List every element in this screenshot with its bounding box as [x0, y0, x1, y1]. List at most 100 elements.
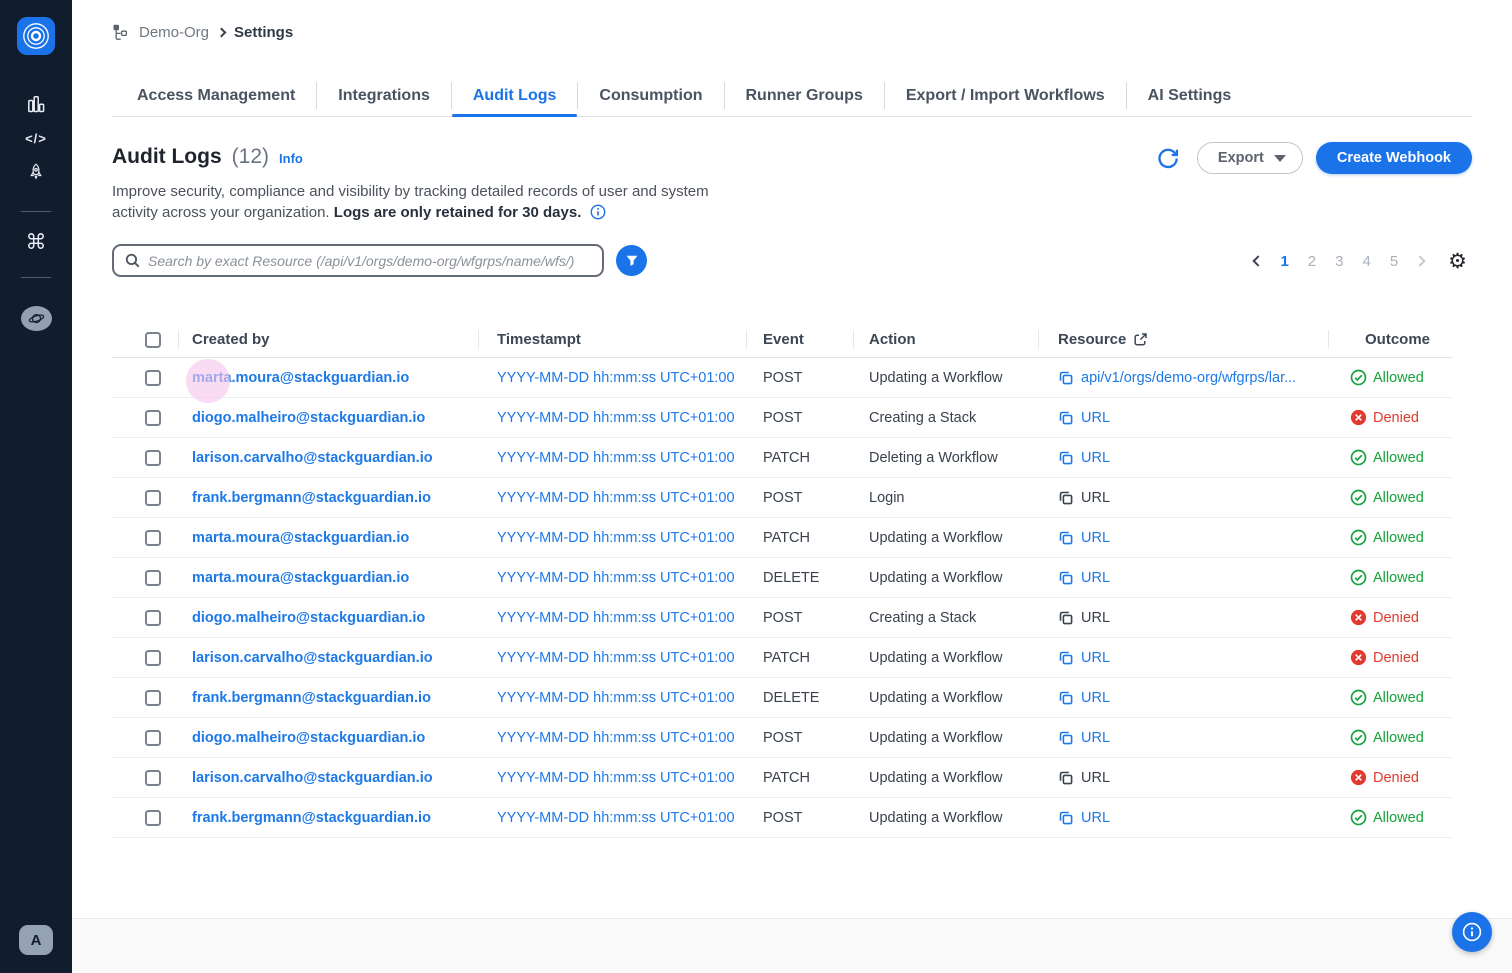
resource-link[interactable]: URL [1081, 410, 1110, 426]
page-4[interactable]: 4 [1362, 253, 1370, 270]
tab-runner-groups[interactable]: Runner Groups [725, 74, 884, 117]
row-checkbox[interactable] [145, 610, 161, 626]
created-by-link[interactable]: larison.carvalho@stackguardian.io [192, 650, 433, 666]
tab-audit-logs[interactable]: Audit Logs [452, 74, 578, 117]
action-text: Updating a Workflow [869, 570, 1003, 586]
tab-ai-settings[interactable]: AI Settings [1127, 74, 1253, 117]
create-webhook-button[interactable]: Create Webhook [1316, 142, 1472, 174]
resource: URL [1058, 570, 1328, 586]
search-icon [124, 252, 141, 269]
copy-icon[interactable] [1058, 730, 1074, 746]
next-page-icon[interactable] [1415, 255, 1426, 266]
event-cell: POST [746, 410, 853, 426]
search-input[interactable] [148, 253, 592, 269]
row-checkbox[interactable] [145, 570, 161, 586]
column-label: Resource [1058, 331, 1126, 348]
filter-button[interactable] [616, 245, 647, 276]
resource-link[interactable]: URL [1081, 610, 1110, 626]
created-by-link[interactable]: diogo.malheiro@stackguardian.io [192, 730, 425, 746]
page-5[interactable]: 5 [1390, 253, 1398, 270]
status-badge: Allowed [1350, 729, 1452, 746]
row-checkbox[interactable] [145, 770, 161, 786]
timestamp-cell: YYYY-MM-DD hh:mm:ss UTC+01:00 [478, 530, 746, 546]
created-by-link[interactable]: diogo.malheiro@stackguardian.io [192, 610, 425, 626]
created-by-link[interactable]: frank.bergmann@stackguardian.io [192, 690, 431, 706]
select-all-checkbox[interactable] [145, 332, 161, 348]
planet-badge-icon[interactable] [21, 306, 52, 331]
resource-link[interactable]: api/v1/orgs/demo-org/wfgrps/lar... [1081, 370, 1296, 386]
created-by-link[interactable]: marta.moura@stackguardian.io [192, 570, 409, 586]
row-checkbox[interactable] [145, 690, 161, 706]
command-palette-icon[interactable]: ⌘ [26, 230, 47, 255]
created-by-link[interactable]: frank.bergmann@stackguardian.io [192, 490, 431, 506]
resource-link[interactable]: URL [1081, 730, 1110, 746]
outcome-text: Allowed [1373, 810, 1424, 826]
copy-icon[interactable] [1058, 450, 1074, 466]
resource-link[interactable]: URL [1081, 530, 1110, 546]
created-by-link[interactable]: marta.moura@stackguardian.io [192, 530, 409, 546]
copy-icon[interactable] [1058, 610, 1074, 626]
resource: URL [1058, 450, 1328, 466]
row-checkbox[interactable] [145, 410, 161, 426]
created-by-link[interactable]: diogo.malheiro@stackguardian.io [192, 410, 425, 426]
refresh-button[interactable] [1152, 142, 1184, 174]
row-checkbox[interactable] [145, 450, 161, 466]
table-settings-gear-icon[interactable]: ⚙ [1448, 251, 1467, 272]
copy-icon[interactable] [1058, 370, 1074, 386]
copy-icon[interactable] [1058, 690, 1074, 706]
created-by-cell: frank.bergmann@stackguardian.io [178, 810, 478, 826]
resource-link[interactable]: URL [1081, 450, 1110, 466]
app-logo-icon[interactable] [17, 17, 55, 55]
tab-integrations[interactable]: Integrations [317, 74, 451, 117]
tab-consumption[interactable]: Consumption [578, 74, 723, 117]
created-by-link[interactable]: frank.bergmann@stackguardian.io [192, 810, 431, 826]
dashboard-bar-chart-icon[interactable] [18, 87, 54, 121]
page-1[interactable]: 1 [1280, 253, 1288, 270]
copy-icon[interactable] [1058, 410, 1074, 426]
code-icon[interactable]: </> [18, 121, 54, 155]
created-by-link[interactable]: larison.carvalho@stackguardian.io [192, 450, 433, 466]
row-checkbox-cell [112, 450, 178, 466]
copy-icon[interactable] [1058, 570, 1074, 586]
row-checkbox[interactable] [145, 490, 161, 506]
tab-export-import-workflows[interactable]: Export / Import Workflows [885, 74, 1126, 117]
resource-link[interactable]: URL [1081, 490, 1110, 506]
export-button[interactable]: Export [1197, 142, 1303, 174]
breadcrumb-org[interactable]: Demo-Org [139, 24, 209, 41]
resource-link[interactable]: URL [1081, 810, 1110, 826]
resource-link[interactable]: URL [1081, 690, 1110, 706]
copy-icon[interactable] [1058, 810, 1074, 826]
resource: URL [1058, 490, 1328, 506]
tab-label: Export / Import Workflows [906, 87, 1105, 105]
row-checkbox[interactable] [145, 730, 161, 746]
resource-link[interactable]: URL [1081, 650, 1110, 666]
info-link[interactable]: Info [279, 151, 303, 166]
info-circle-icon[interactable] [590, 204, 606, 220]
row-checkbox[interactable] [145, 370, 161, 386]
row-checkbox[interactable] [145, 530, 161, 546]
help-button[interactable] [1452, 912, 1492, 952]
page-2[interactable]: 2 [1308, 253, 1316, 270]
tab-access-management[interactable]: Access Management [116, 74, 316, 117]
created-by-cell: diogo.malheiro@stackguardian.io [178, 730, 478, 746]
outcome-text: Allowed [1373, 370, 1424, 386]
row-checkbox[interactable] [145, 650, 161, 666]
sidebar: </> ⌘ A [0, 0, 72, 973]
previous-page-icon[interactable] [1253, 255, 1264, 266]
copy-icon[interactable] [1058, 770, 1074, 786]
copy-icon[interactable] [1058, 490, 1074, 506]
copy-icon[interactable] [1058, 530, 1074, 546]
external-link-icon[interactable] [1133, 332, 1148, 347]
page-3[interactable]: 3 [1335, 253, 1343, 270]
resource-link[interactable]: URL [1081, 770, 1110, 786]
user-avatar[interactable]: A [19, 925, 53, 955]
created-by-link[interactable]: marta.moura@stackguardian.io [192, 370, 409, 386]
timestamp-text: YYYY-MM-DD hh:mm:ss UTC+01:00 [497, 730, 735, 746]
check-circle-icon [1350, 569, 1367, 586]
rocket-icon[interactable] [18, 155, 54, 189]
x-circle-icon [1350, 769, 1367, 786]
created-by-link[interactable]: larison.carvalho@stackguardian.io [192, 770, 433, 786]
resource-link[interactable]: URL [1081, 570, 1110, 586]
row-checkbox[interactable] [145, 810, 161, 826]
copy-icon[interactable] [1058, 650, 1074, 666]
